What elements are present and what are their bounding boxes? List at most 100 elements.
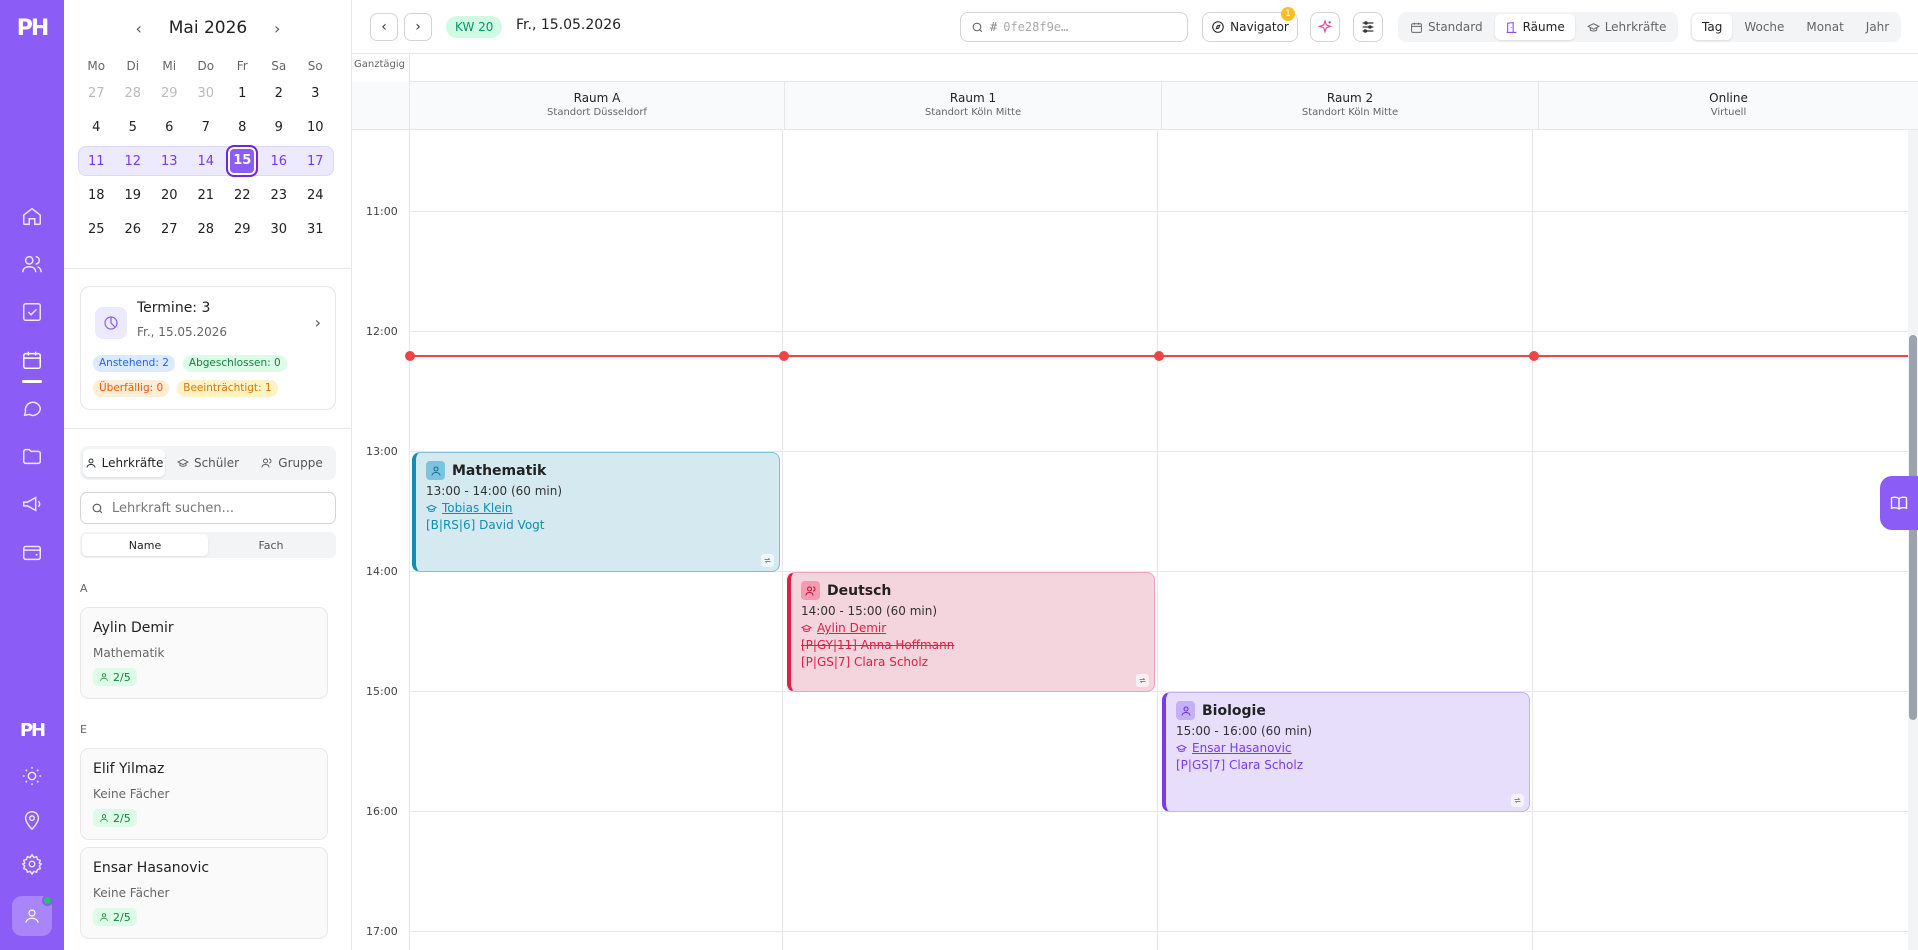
calendar-day[interactable]: 30 bbox=[261, 222, 298, 237]
calendar-day[interactable]: 24 bbox=[297, 188, 334, 203]
calendar-day[interactable]: 13 bbox=[151, 154, 188, 169]
range-day[interactable]: Tag bbox=[1692, 14, 1733, 40]
calendar-day[interactable]: 16 bbox=[261, 154, 298, 169]
event-card[interactable]: Mathematik 13:00 - 14:00 (60 min) Tobias… bbox=[412, 452, 780, 572]
calendar-day[interactable]: 18 bbox=[78, 188, 115, 203]
calendar-day[interactable]: 30 bbox=[188, 86, 225, 101]
calendar-day[interactable]: 14 bbox=[188, 154, 225, 169]
home-nav[interactable] bbox=[0, 194, 64, 238]
teacher-search-input[interactable] bbox=[112, 500, 322, 516]
sort-by-name[interactable]: Name bbox=[82, 534, 208, 556]
calendar-day[interactable]: 11 bbox=[78, 154, 115, 169]
calendar-day[interactable]: 2 bbox=[261, 86, 298, 101]
calendar-nav[interactable] bbox=[0, 338, 64, 382]
calendar-day[interactable]: 27 bbox=[151, 222, 188, 237]
calendar-day[interactable]: 20 bbox=[151, 188, 188, 203]
calendar-day[interactable]: 31 bbox=[297, 222, 334, 237]
selected-day[interactable]: 15 bbox=[224, 145, 261, 177]
calendar-day[interactable]: 4 bbox=[78, 120, 115, 135]
user-avatar[interactable] bbox=[12, 895, 53, 936]
settings-nav[interactable] bbox=[0, 842, 64, 886]
app-logo[interactable]: PH bbox=[14, 16, 50, 42]
teacher-card[interactable]: Aylin Demir Mathematik 2/5 bbox=[80, 607, 328, 699]
tab-teachers[interactable]: Lehrkräfte bbox=[83, 449, 165, 477]
calendar-day[interactable]: 21 bbox=[188, 188, 225, 203]
wallet-nav[interactable] bbox=[0, 530, 64, 574]
range-month[interactable]: Monat bbox=[1796, 14, 1853, 40]
event-teacher-link[interactable]: Aylin Demir bbox=[801, 621, 1144, 635]
tab-groups[interactable]: Gruppe bbox=[251, 449, 333, 477]
event-teacher-link[interactable]: Tobias Klein bbox=[426, 501, 769, 515]
calendar-day[interactable]: 3 bbox=[297, 86, 334, 101]
calendar-day[interactable]: 10 bbox=[297, 120, 334, 135]
range-year[interactable]: Jahr bbox=[1856, 14, 1899, 40]
id-search-input[interactable] bbox=[1003, 20, 1174, 34]
calendar-day[interactable]: 6 bbox=[151, 120, 188, 135]
calendar-day[interactable]: 12 bbox=[115, 154, 152, 169]
event-card[interactable]: Biologie 15:00 - 16:00 (60 min) Ensar Ha… bbox=[1162, 692, 1530, 812]
event-card[interactable]: Deutsch 14:00 - 15:00 (60 min) Aylin Dem… bbox=[787, 572, 1155, 692]
calendar-day[interactable]: 23 bbox=[261, 188, 298, 203]
calendar-day[interactable]: 8 bbox=[224, 120, 261, 135]
tab-label: Gruppe bbox=[278, 456, 323, 470]
calendar-day[interactable]: 27 bbox=[78, 86, 115, 101]
calendar-day[interactable]: 26 bbox=[115, 222, 152, 237]
calendar-day[interactable]: 29 bbox=[224, 222, 261, 237]
calendar-day[interactable]: 22 bbox=[224, 188, 261, 203]
week-badge: KW 20 bbox=[446, 16, 503, 38]
tasks-nav[interactable] bbox=[0, 290, 64, 334]
teacher-card[interactable]: Elif Yilmaz Keine Fächer 2/5 bbox=[80, 748, 328, 840]
view-teachers[interactable]: Lehrkräfte bbox=[1577, 14, 1677, 40]
prev-day-button[interactable]: ‹ bbox=[370, 13, 398, 41]
tab-students[interactable]: Schüler bbox=[167, 449, 249, 477]
docs-tab-button[interactable] bbox=[1880, 476, 1918, 530]
weekday-label: Di bbox=[126, 59, 140, 73]
calendar-day[interactable]: 5 bbox=[115, 120, 152, 135]
calendar-day[interactable]: 7 bbox=[188, 120, 225, 135]
filter-button[interactable] bbox=[1353, 12, 1383, 42]
users-nav[interactable] bbox=[0, 242, 64, 286]
sun-icon bbox=[22, 766, 42, 786]
calendar-day[interactable]: 28 bbox=[188, 222, 225, 237]
next-month-button[interactable]: › bbox=[267, 19, 287, 38]
event-title: Biologie bbox=[1202, 702, 1266, 719]
user-icon bbox=[100, 814, 108, 822]
view-label: Standard bbox=[1428, 20, 1483, 34]
announcements-nav[interactable] bbox=[0, 482, 64, 526]
calendar-day[interactable]: 29 bbox=[151, 86, 188, 101]
appointments-summary[interactable]: Termine: 3 Fr., 15.05.2026 › Anstehend: … bbox=[80, 286, 336, 410]
prev-month-button[interactable]: ‹ bbox=[129, 19, 149, 38]
view-standard[interactable]: Standard bbox=[1400, 14, 1493, 40]
theme-toggle[interactable] bbox=[0, 754, 64, 798]
allday-row[interactable] bbox=[409, 54, 1918, 82]
people-tabs: Lehrkräfte Schüler Gruppe bbox=[80, 446, 336, 480]
ai-sparkle-button[interactable] bbox=[1310, 12, 1340, 42]
grid-scrollbar[interactable] bbox=[1908, 130, 1918, 950]
online-status-dot bbox=[42, 895, 53, 906]
time-grid: 11:00 12:00 13:00 14:00 15:00 16:00 17:0… bbox=[352, 130, 1908, 950]
calendar-day[interactable]: 28 bbox=[115, 86, 152, 101]
calendar-day[interactable]: 1 bbox=[224, 86, 261, 101]
active-indicator bbox=[22, 380, 42, 383]
chevron-right-icon[interactable]: › bbox=[315, 313, 321, 332]
teacher-name: Ensar Hasanovic bbox=[93, 860, 210, 876]
hour-label: 12:00 bbox=[366, 325, 398, 338]
chat-nav[interactable] bbox=[0, 386, 64, 430]
calendar-day[interactable]: 25 bbox=[78, 222, 115, 237]
current-time-dot bbox=[405, 351, 415, 361]
calendar-day[interactable]: 19 bbox=[115, 188, 152, 203]
range-week[interactable]: Woche bbox=[1734, 14, 1794, 40]
teacher-subject: Keine Fächer bbox=[93, 787, 170, 801]
files-nav[interactable] bbox=[0, 434, 64, 478]
calendar-day[interactable]: 9 bbox=[261, 120, 298, 135]
navigator-count-badge: 1 bbox=[1281, 7, 1295, 21]
navigator-button[interactable]: Navigator 1 bbox=[1202, 7, 1298, 42]
locations-nav[interactable] bbox=[0, 798, 64, 842]
open-book-icon bbox=[1890, 496, 1908, 510]
next-day-button[interactable]: › bbox=[404, 13, 432, 41]
view-rooms[interactable]: Räume bbox=[1494, 14, 1575, 40]
sort-by-subject[interactable]: Fach bbox=[208, 534, 334, 556]
event-teacher-link[interactable]: Ensar Hasanovic bbox=[1176, 741, 1519, 755]
teacher-card[interactable]: Ensar Hasanovic Keine Fächer 2/5 bbox=[80, 847, 328, 939]
calendar-day[interactable]: 17 bbox=[297, 154, 334, 169]
